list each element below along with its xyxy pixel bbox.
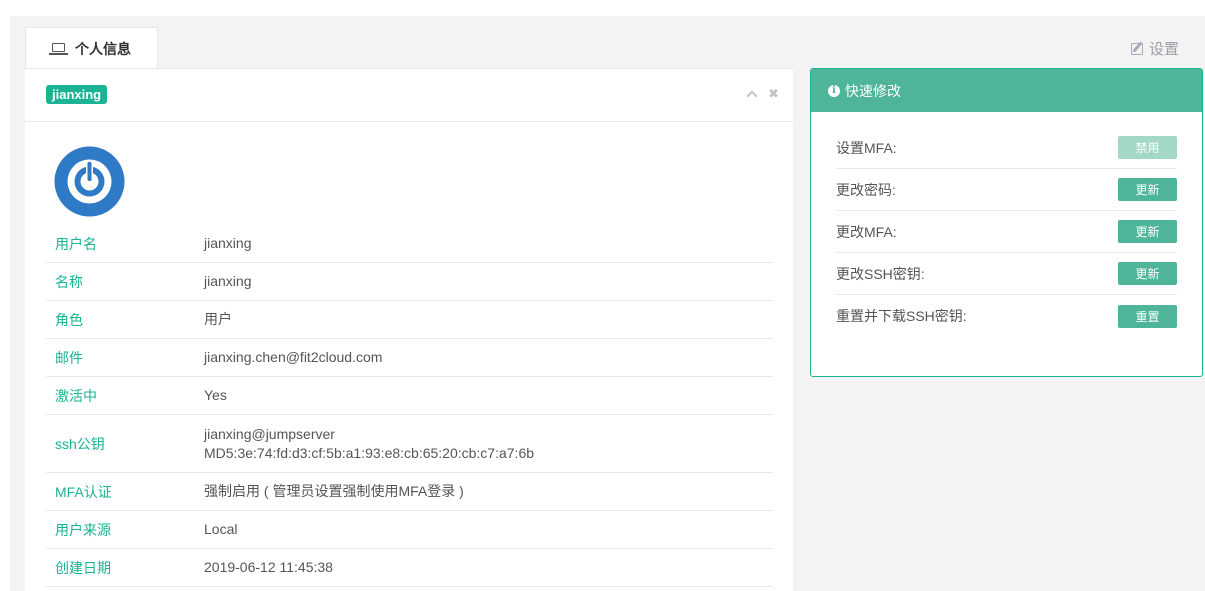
ssh-key-fingerprint: MD5:3e:74:fd:d3:cf:5b:a1:93:e8:cb:65:20:… [204, 444, 535, 461]
quick-edit-list: 设置MFA: 禁用 更改密码: 更新 更改MFA: 更新 更改SSH密钥: 更新… [811, 112, 1202, 337]
field-value: 强制启用 ( 管理员设置强制使用MFA登录 ) [204, 483, 464, 499]
field-value: 2019-06-12 11:45:38 [204, 559, 333, 575]
field-label: 邮件 [55, 349, 83, 366]
field-label: 名称 [55, 273, 83, 290]
row-name: 名称 jianxing [46, 263, 773, 301]
field-label: 用户名 [55, 235, 97, 252]
quick-item-reset-ssh: 重置并下载SSH密钥: 重置 [836, 295, 1177, 337]
update-ssh-key-button[interactable]: 更新 [1118, 262, 1177, 285]
tab-profile-label: 个人信息 [75, 40, 131, 57]
quick-item-label: 重置并下载SSH密钥: [836, 308, 967, 324]
field-value: jianxing [204, 235, 252, 251]
quick-item-label: 更改SSH密钥: [836, 265, 925, 282]
quick-item-label: 更改MFA: [836, 223, 897, 240]
update-mfa-button[interactable]: 更新 [1118, 220, 1177, 243]
quick-item-label: 设置MFA: [836, 139, 897, 156]
disable-mfa-button[interactable]: 禁用 [1118, 136, 1177, 159]
tab-settings[interactable]: 设置 [1130, 38, 1179, 59]
row-mfa: MFA认证 强制启用 ( 管理员设置强制使用MFA登录 ) [46, 473, 773, 511]
field-value: 用户 [204, 311, 232, 327]
info-icon: i [828, 84, 840, 97]
profile-info-table: 用户名 jianxing 名称 jianxing 角色 用户 邮件 jianxi… [46, 225, 773, 587]
field-value: jianxing@jumpserver MD5:3e:74:fd:d3:cf:5… [204, 425, 773, 463]
quick-item-password: 更改密码: 更新 [836, 169, 1177, 211]
row-source: 用户来源 Local [46, 511, 773, 549]
reset-ssh-key-button[interactable]: 重置 [1118, 304, 1177, 328]
field-label: 创建日期 [55, 559, 111, 576]
username-badge: jianxing [46, 85, 108, 104]
field-value: jianxing.chen@fit2cloud.com [204, 349, 383, 365]
quick-edit-panel: i 快速修改 设置MFA: 禁用 更改密码: 更新 更改MFA: 更新 更改SS… [810, 68, 1203, 377]
field-label: ssh公钥 [55, 435, 105, 452]
row-ssh-key: ssh公钥 jianxing@jumpserver MD5:3e:74:fd:d… [46, 415, 773, 473]
field-value: Local [204, 521, 238, 537]
field-value: Yes [204, 387, 227, 403]
profile-panel-header: jianxing ✖ [25, 69, 793, 122]
laptop-icon [49, 43, 68, 55]
quick-edit-header: i 快速修改 [811, 69, 1202, 112]
row-created: 创建日期 2019-06-12 11:45:38 [46, 549, 773, 587]
field-label: 激活中 [55, 387, 97, 404]
field-label: 用户来源 [55, 521, 111, 538]
close-icon[interactable]: ✖ [768, 86, 779, 101]
tab-settings-label: 设置 [1148, 41, 1179, 58]
chevron-up-icon[interactable] [746, 90, 759, 102]
quick-item-label: 更改密码: [836, 181, 896, 198]
quick-item-change-mfa: 更改MFA: 更新 [836, 211, 1177, 253]
panel-tools: ✖ [740, 86, 779, 102]
row-role: 角色 用户 [46, 301, 773, 339]
quick-item-ssh-key: 更改SSH密钥: 更新 [836, 253, 1177, 295]
row-username: 用户名 jianxing [46, 225, 773, 263]
field-label: 角色 [55, 311, 83, 328]
field-value: jianxing [204, 273, 252, 289]
quick-item-mfa: 设置MFA: 禁用 [836, 127, 1177, 169]
row-active: 激活中 Yes [46, 377, 773, 415]
row-email: 邮件 jianxing.chen@fit2cloud.com [46, 339, 773, 377]
field-label: MFA认证 [55, 483, 112, 500]
edit-icon [1130, 42, 1143, 55]
ssh-key-comment: jianxing@jumpserver [204, 425, 335, 442]
update-password-button[interactable]: 更新 [1118, 178, 1177, 201]
profile-panel: jianxing ✖ 用户名 jianxing 名称 jianxing 角色 用… [25, 68, 793, 591]
avatar [54, 146, 125, 217]
quick-edit-title: 快速修改 [845, 82, 901, 99]
tab-profile[interactable]: 个人信息 [25, 27, 158, 69]
